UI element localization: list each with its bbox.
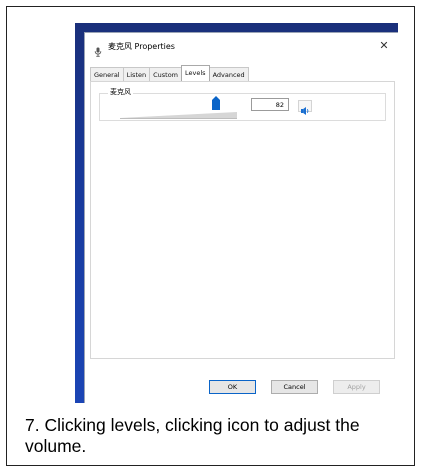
tutorial-frame: 麦克风 Properties ✕ General Listen Custom L… (6, 6, 415, 466)
close-button[interactable]: ✕ (376, 39, 392, 53)
tab-levels[interactable]: Levels (181, 65, 210, 82)
tab-listen[interactable]: Listen (122, 67, 151, 82)
levels-panel: 麦克风 82 (90, 81, 395, 359)
tutorial-caption: 7. Clicking levels, clicking icon to adj… (25, 415, 360, 456)
tab-general[interactable]: General (90, 67, 124, 82)
dialog-title: 麦克风 Properties (108, 42, 175, 51)
cancel-button[interactable]: Cancel (271, 380, 318, 394)
tab-strip: General Listen Custom Levels Advanced (90, 65, 249, 82)
slider-thumb[interactable] (212, 95, 220, 110)
group-label: 麦克风 (108, 87, 133, 97)
tab-advanced[interactable]: Advanced (208, 67, 249, 82)
title-bar: 麦克风 Properties ✕ (85, 33, 398, 61)
tab-custom[interactable]: Custom (149, 67, 183, 82)
ok-button[interactable]: OK (209, 380, 256, 394)
speaker-icon (299, 101, 311, 120)
level-value-field[interactable]: 82 (251, 98, 289, 111)
properties-dialog: 麦克风 Properties ✕ General Listen Custom L… (84, 32, 398, 403)
microphone-level-group: 麦克风 82 (99, 87, 386, 121)
microphone-icon (94, 42, 102, 57)
desktop-background: 麦克风 Properties ✕ General Listen Custom L… (75, 23, 398, 403)
apply-button[interactable]: Apply (333, 380, 380, 394)
mute-button[interactable] (298, 100, 312, 115)
